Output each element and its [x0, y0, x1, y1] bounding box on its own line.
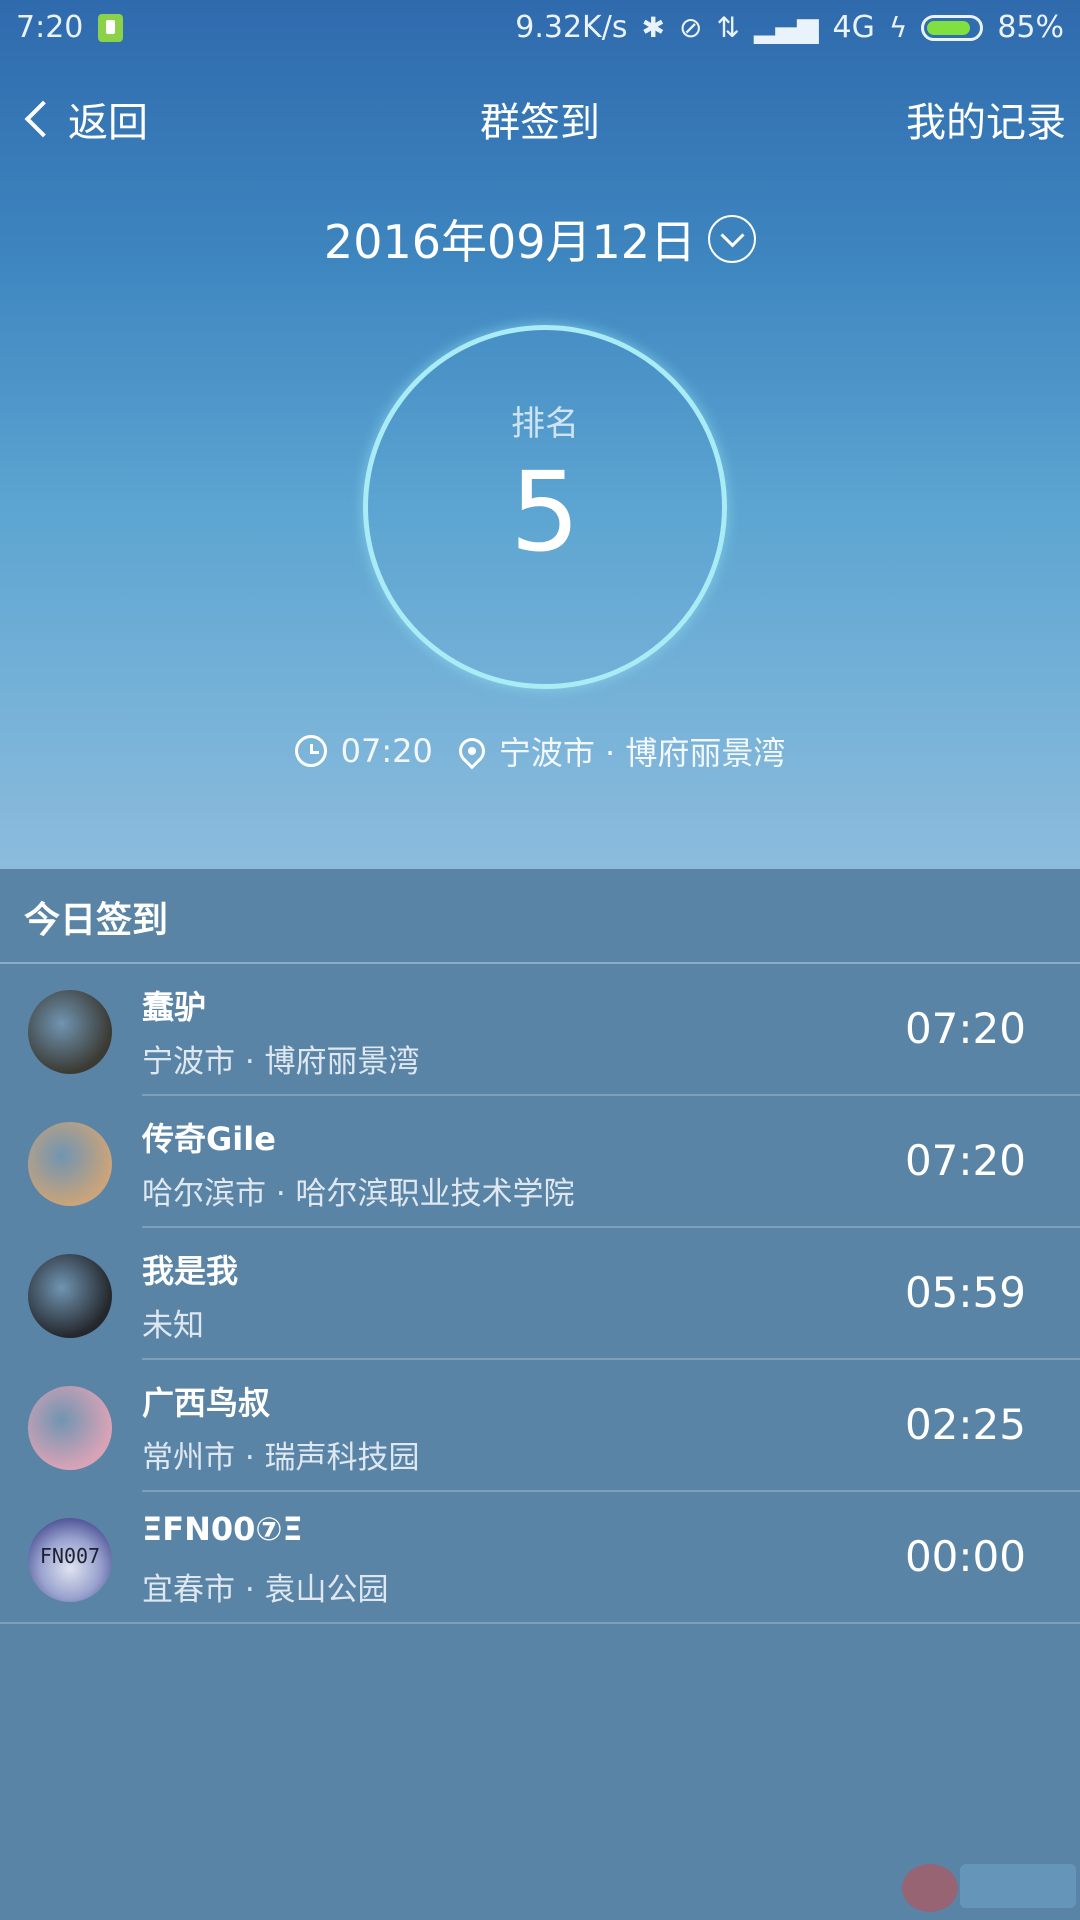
location-pin-icon	[453, 732, 491, 770]
today-checkin-panel: 今日签到 蠢驴宁波市 · 博府丽景湾 07:20 传奇Gile 哈尔滨市 · 哈尔滨职…	[0, 869, 1080, 1920]
checkin-time: 00:00	[904, 1532, 1026, 1581]
rank-value: 5	[510, 448, 580, 576]
signal-icon: ▂▄▆	[753, 11, 819, 44]
clock-icon	[294, 735, 327, 767]
battery-icon	[921, 14, 984, 41]
network-speed: 9.32K/s	[515, 10, 628, 45]
checkin-time: 05:59	[904, 1268, 1026, 1317]
checkin-time: 07:20	[904, 1136, 1026, 1185]
avatar[interactable]	[28, 990, 112, 1074]
list-item[interactable]: 传奇Gile 哈尔滨市 · 哈尔滨职业技术学院 07:20	[0, 1096, 1080, 1228]
list-item[interactable]: 蠢驴宁波市 · 博府丽景湾 07:20	[0, 964, 1080, 1096]
chevron-down-icon[interactable]	[708, 215, 757, 263]
battery-percent: 85%	[997, 10, 1064, 45]
member-name: 蠢驴	[142, 988, 207, 1026]
rank-circle: 排名 5	[363, 325, 727, 689]
list-item[interactable]: 我是我未知 05:59	[0, 1228, 1080, 1360]
checkin-time: 02:25	[904, 1400, 1026, 1449]
avatar-text: FN007	[39, 1544, 101, 1568]
checkin-info: 07:20 宁波市 · 博府丽景湾	[0, 728, 1080, 774]
rank-label: 排名	[511, 404, 579, 444]
member-location: 宜春市 · 袁山公园	[142, 1572, 389, 1608]
list-item[interactable]: FN007 ΞFN00⑦Ξ 宜春市 · 袁山公园 00:00	[0, 1492, 1080, 1624]
member-name: ΞFN00⑦Ξ	[142, 1510, 303, 1548]
list-item[interactable]: 广西鸟叔常州市 · 瑞声科技园 02:25	[0, 1360, 1080, 1492]
avatar[interactable]: FN007	[28, 1518, 112, 1602]
data-arrows-icon: ⇅	[716, 11, 740, 44]
status-right: 9.32K/s ✱ ⊘ ⇅ ▂▄▆ 4G ϟ 85%	[515, 10, 1064, 45]
charging-icon: ϟ	[888, 11, 908, 44]
status-bar: 7:20 9.32K/s ✱ ⊘ ⇅ ▂▄▆ 4G ϟ 85%	[0, 0, 1080, 58]
battery-saver-icon	[98, 14, 123, 42]
section-title: 今日签到	[24, 900, 169, 941]
member-name: 广西鸟叔	[142, 1384, 271, 1422]
member-location: 常州市 · 瑞声科技园	[142, 1440, 420, 1476]
battery-level	[927, 20, 971, 35]
date-text: 2016年09月12日	[323, 215, 697, 269]
date-selector[interactable]: 2016年09月12日	[0, 206, 1080, 272]
status-time: 7:20	[16, 10, 84, 45]
member-location: 未知	[142, 1308, 204, 1344]
checkin-time: 07:20	[340, 732, 433, 770]
avatar[interactable]	[28, 1122, 112, 1206]
mute-icon: ⊘	[678, 11, 703, 44]
nav-bar: 返回 群签到 我的记录	[0, 80, 1080, 152]
member-location: 宁波市 · 博府丽景湾	[142, 1044, 420, 1080]
checkin-location: 宁波市 · 博府丽景湾	[498, 734, 786, 772]
member-name: 我是我	[142, 1252, 239, 1290]
member-location: 哈尔滨市 · 哈尔滨职业技术学院	[142, 1176, 575, 1212]
bluetooth-icon: ✱	[641, 11, 665, 44]
checkin-list: 蠢驴宁波市 · 博府丽景湾 07:20 传奇Gile 哈尔滨市 · 哈尔滨职业技术学院…	[0, 964, 1080, 1624]
checkin-time: 07:20	[904, 1004, 1026, 1053]
member-name: 传奇Gile	[142, 1120, 276, 1158]
my-records-button[interactable]: 我的记录	[906, 90, 1066, 148]
avatar[interactable]	[28, 1386, 112, 1470]
watermark-logo	[902, 1864, 1076, 1912]
avatar[interactable]	[28, 1254, 112, 1338]
network-type: 4G	[832, 10, 875, 45]
